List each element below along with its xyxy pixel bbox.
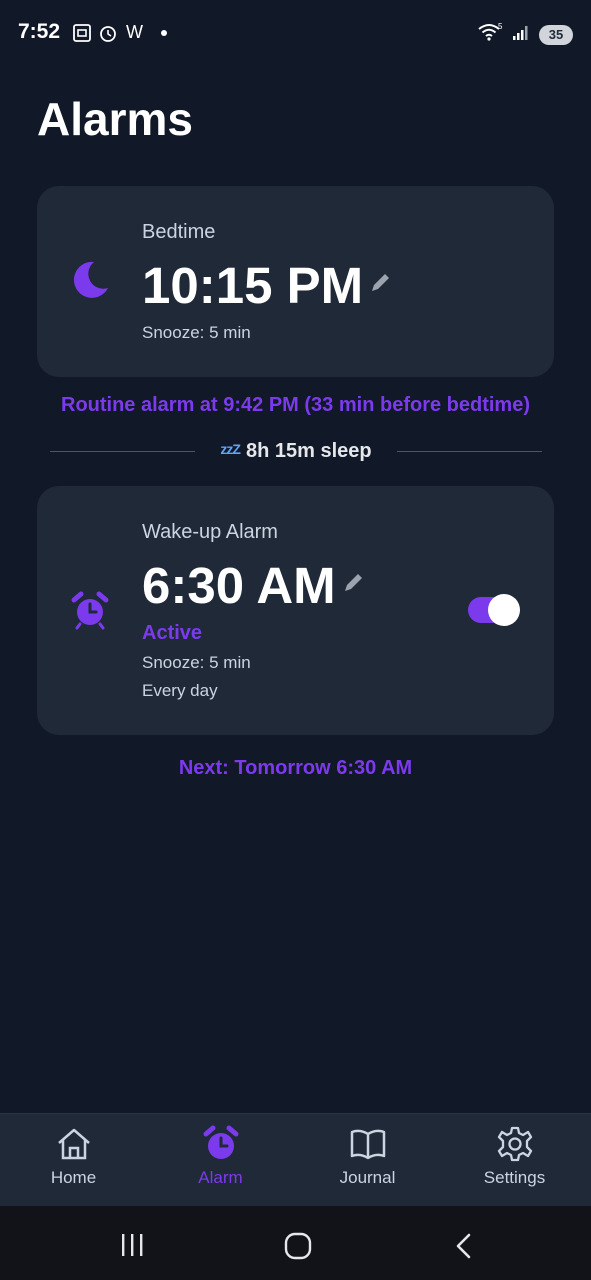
signal-icon xyxy=(511,22,531,47)
nav-item-journal[interactable]: Journal xyxy=(294,1114,441,1207)
sleep-duration: zzZ 8h 15m sleep xyxy=(50,440,542,463)
bedtime-card[interactable]: Bedtime 10:15 PM Snooze: 5 min xyxy=(37,186,554,377)
gear-icon xyxy=(497,1126,533,1162)
screenshot-icon xyxy=(72,23,92,43)
alarm-clock-icon xyxy=(70,590,110,635)
battery-indicator: 35 xyxy=(539,24,573,45)
bedtime-snooze: Snooze: 5 min xyxy=(142,323,251,342)
nav-item-alarm[interactable]: Alarm xyxy=(147,1114,294,1207)
wake-alarm-status: Active xyxy=(142,622,203,644)
sleep-zzz-icon: zzZ xyxy=(220,441,241,457)
status-time: 7:52 xyxy=(18,20,61,43)
home-button[interactable] xyxy=(284,1232,312,1260)
sleep-duration-text: 8h 15m sleep xyxy=(245,440,372,462)
nav-item-home[interactable]: Home xyxy=(0,1114,147,1207)
back-button[interactable] xyxy=(452,1232,476,1260)
wifi-icon: 5 xyxy=(477,22,503,47)
sleep-duration-divider: zzZ 8h 15m sleep xyxy=(50,440,542,464)
home-icon xyxy=(58,1128,90,1160)
system-nav-bar xyxy=(0,1206,591,1280)
edit-wake-alarm-icon[interactable] xyxy=(341,571,365,600)
wake-alarm-snooze: Snooze: 5 min xyxy=(142,653,251,672)
nav-item-settings[interactable]: Settings xyxy=(441,1114,588,1207)
notification-dot xyxy=(161,29,167,36)
bedtime-time[interactable]: 10:15 PM xyxy=(142,256,363,315)
next-alarm-text: Next: Tomorrow 6:30 AM xyxy=(178,757,413,779)
status-w-label: W xyxy=(126,22,143,42)
status-bar: 7:52 W 5 35 xyxy=(0,0,591,68)
wake-alarm-label: Wake-up Alarm xyxy=(142,521,278,543)
book-icon xyxy=(350,1129,386,1160)
svg-text:5: 5 xyxy=(498,22,503,31)
toggle-knob xyxy=(488,594,520,626)
alarm-clock-icon xyxy=(98,23,118,43)
bottom-nav: Home Alarm Journal Settings xyxy=(0,1113,591,1206)
wake-alarm-toggle[interactable] xyxy=(468,594,520,626)
wake-alarm-repeat: Every day xyxy=(142,681,218,700)
recent-apps-button[interactable] xyxy=(119,1233,147,1257)
wake-alarm-card[interactable]: Wake-up Alarm 6:30 AM Active Snooze: 5 m… xyxy=(37,486,554,735)
alarm-clock-icon xyxy=(203,1125,239,1159)
edit-bedtime-icon[interactable] xyxy=(368,271,392,300)
routine-alarm-text[interactable]: Routine alarm at 9:42 PM (33 min before … xyxy=(0,394,591,417)
nav-label-home: Home xyxy=(50,1168,97,1187)
status-icons-right: 5 35 xyxy=(477,22,573,47)
nav-label-journal: Journal xyxy=(339,1168,396,1187)
moon-icon xyxy=(68,258,112,307)
page-title: Alarms xyxy=(37,93,193,145)
bedtime-label: Bedtime xyxy=(142,221,216,243)
nav-label-alarm: Alarm xyxy=(198,1168,243,1187)
nav-label-settings: Settings xyxy=(483,1168,546,1187)
status-icons-left: W xyxy=(72,22,167,43)
wake-alarm-time[interactable]: 6:30 AM xyxy=(142,556,336,615)
